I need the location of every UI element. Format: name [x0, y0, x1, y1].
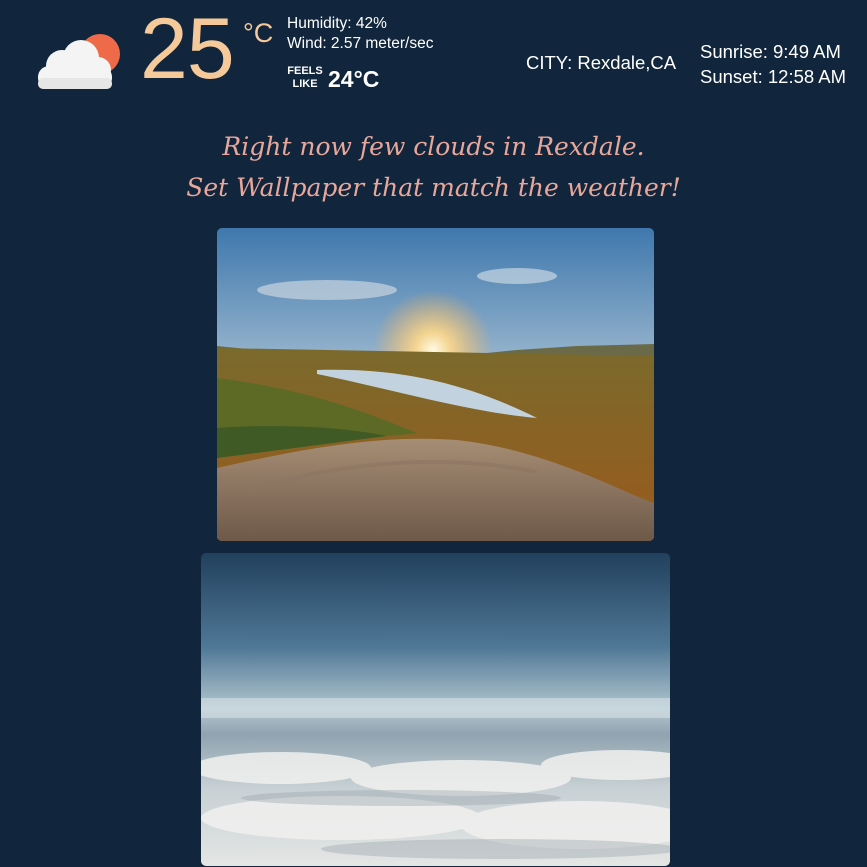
- feels-like-label-line2: LIKE: [292, 78, 318, 90]
- partly-cloudy-icon: [36, 30, 122, 92]
- current-temperature: 25: [140, 1, 235, 97]
- sunrise-time: Sunrise: 9:49 AM: [700, 41, 841, 62]
- weather-details: Humidity: 42% Wind: 2.57 meter/sec: [287, 14, 433, 54]
- feels-like-label-line1: FEELS: [287, 65, 323, 77]
- weather-message: Right now few clouds in Rexdale. Set Wal…: [0, 126, 867, 208]
- city-label: CITY: Rexdale,CA: [526, 52, 677, 73]
- wallpaper-sunset-lake[interactable]: [217, 228, 654, 541]
- feels-like-label: FEELS LIKE: [287, 65, 323, 91]
- weather-message-line1: Right now few clouds in Rexdale.: [222, 132, 645, 161]
- wind-text: Wind: 2.57 meter/sec: [287, 35, 434, 52]
- weather-header: 25 °C Humidity: 42% Wind: 2.57 meter/sec…: [0, 0, 867, 110]
- temperature-unit: °C: [243, 18, 274, 48]
- feels-like-value: 24°C: [328, 66, 380, 92]
- humidity-text: Humidity: 42%: [287, 15, 387, 32]
- sun-times: Sunrise: 9:49 AM Sunset: 12:58 AM: [700, 39, 846, 89]
- sunset-time: Sunset: 12:58 AM: [700, 66, 847, 87]
- weather-message-line2: Set Wallpaper that match the weather!: [186, 173, 681, 202]
- wallpaper-above-clouds[interactable]: [201, 553, 670, 866]
